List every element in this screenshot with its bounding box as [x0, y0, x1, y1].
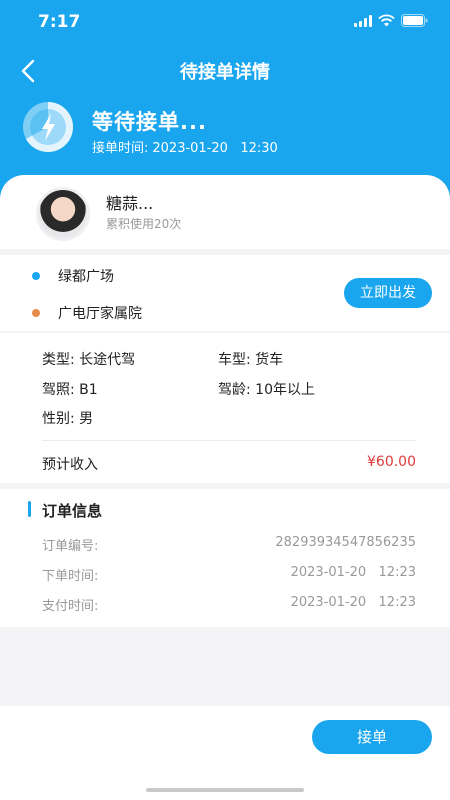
accept-time: 接单时间: 2023-01-20 12:30: [92, 137, 282, 156]
accept-time-label: 接单时间:: [92, 141, 149, 156]
gender-value: 男: [79, 411, 94, 427]
order-info-title: 订单信息: [42, 502, 103, 520]
order-number-label: 订单编号:: [42, 539, 99, 554]
order-time-row: 下单时间: 2023-01-20 12:23: [42, 565, 416, 584]
gender-label: 性别:: [42, 411, 75, 427]
route-from-label: 绿都广场: [58, 269, 114, 285]
section-marker: [28, 501, 31, 517]
page-title: 待接单详情: [180, 62, 270, 83]
income-value: ¥60.00: [367, 454, 416, 470]
type-field: 类型: 长途代驾: [42, 349, 135, 369]
order-status-title: 等待接单...: [92, 110, 207, 134]
route-to-label: 广电厅家属院: [58, 306, 142, 322]
lightning-icon: [23, 102, 73, 152]
pay-time-label: 支付时间:: [42, 599, 99, 614]
pay-time-value: 2023-01-20 12:23: [290, 595, 416, 610]
usage-count: 累积使用20次: [106, 217, 182, 231]
wifi-icon: [378, 14, 395, 27]
home-indicator: [146, 788, 304, 792]
license-value: B1: [79, 382, 98, 398]
order-number-value: 28293934547856235: [275, 535, 416, 550]
accept-order-button[interactable]: 接单: [312, 720, 432, 754]
order-number-row: 订单编号: 28293934547856235: [42, 535, 416, 554]
bottom-bar: 接单: [0, 706, 450, 800]
divider: [42, 440, 416, 441]
license-field: 驾照: B1: [42, 379, 98, 399]
driving-age-field: 驾龄: 10年以上: [218, 379, 315, 399]
status-time: 7:17: [38, 12, 81, 32]
car-field: 车型: 货车: [218, 349, 283, 369]
status-bar: 7:17: [0, 0, 450, 44]
income-label: 预计收入: [42, 457, 98, 473]
route-from: 绿都广场: [32, 266, 114, 286]
pay-time-row: 支付时间: 2023-01-20 12:23: [42, 595, 416, 614]
car-value: 货车: [255, 352, 284, 368]
accept-time-value: 2023-01-20 12:30: [152, 141, 278, 156]
route-to: 广电厅家属院: [32, 303, 142, 323]
depart-now-button[interactable]: 立即出发: [344, 278, 432, 308]
license-label: 驾照:: [42, 382, 75, 398]
type-value: 长途代驾: [79, 352, 136, 368]
car-label: 车型:: [218, 352, 251, 368]
battery-icon: [401, 14, 428, 27]
type-label: 类型:: [42, 352, 75, 368]
user-name: 糖蒜...: [106, 194, 154, 213]
gender-field: 性别: 男: [42, 408, 93, 428]
signal-icon: [354, 15, 372, 27]
status-icons: [354, 14, 428, 27]
start-dot-icon: [32, 272, 40, 280]
end-dot-icon: [32, 309, 40, 317]
order-time-label: 下单时间:: [42, 569, 99, 584]
avatar: [36, 187, 90, 241]
driving-age-value: 10年以上: [255, 382, 315, 398]
driving-age-label: 驾龄:: [218, 382, 251, 398]
order-info-card: 订单信息 订单编号: 28293934547856235 下单时间: 2023-…: [0, 489, 450, 627]
order-time-value: 2023-01-20 12:23: [290, 565, 416, 580]
route-card: 绿都广场 广电厅家属院 立即出发: [0, 255, 450, 331]
detail-card: 类型: 长途代驾 车型: 货车 驾照: B1 驾龄: 10年以上 性别: 男 预…: [0, 333, 450, 483]
user-card: 糖蒜... 累积使用20次: [0, 175, 450, 249]
